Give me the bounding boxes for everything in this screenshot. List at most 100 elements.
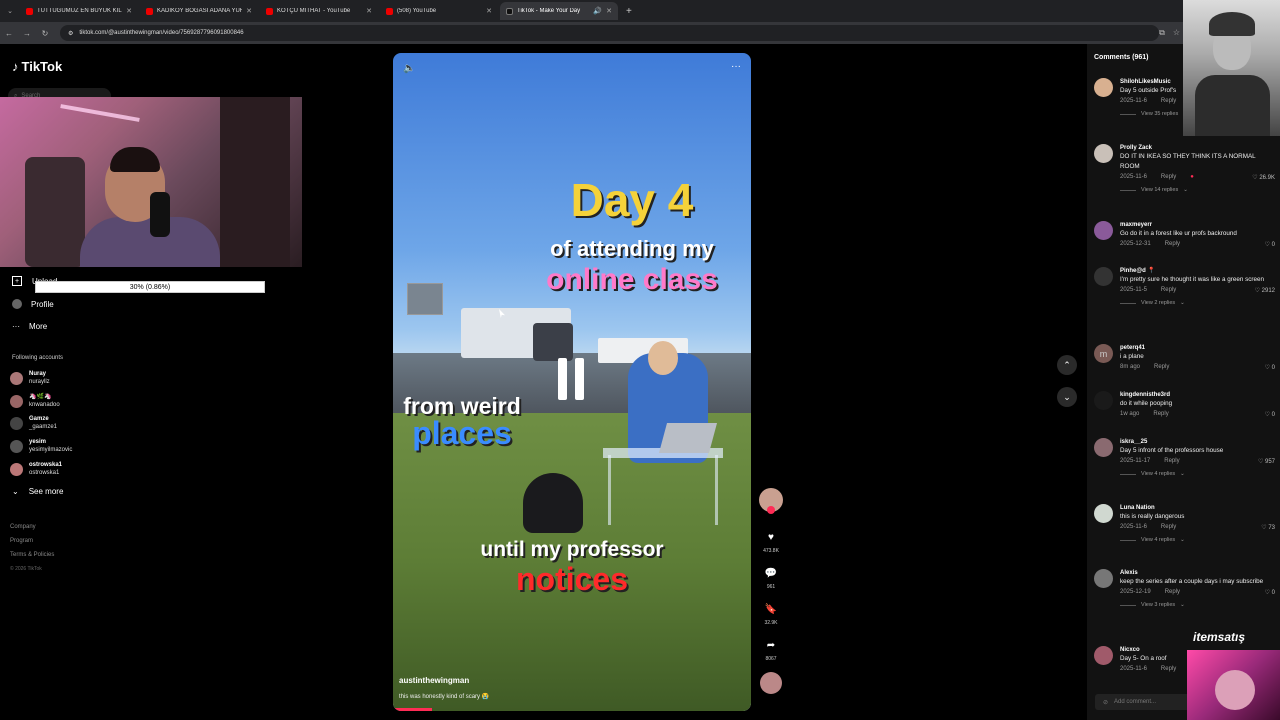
creator-avatar[interactable] — [759, 488, 783, 514]
video-author[interactable]: austinthewingman — [399, 676, 469, 685]
reply-button[interactable]: Reply — [1161, 524, 1176, 530]
comment-user[interactable]: peterq41 — [1120, 344, 1275, 352]
add-comment-input[interactable]: ⊘ Add comment... — [1095, 694, 1190, 710]
comment-like[interactable]: ♡ 957 — [1258, 458, 1275, 465]
comment-user[interactable]: Prolly Zack — [1120, 144, 1275, 152]
close-tab-icon[interactable]: ✕ — [366, 7, 372, 15]
logo-text: TikTok — [21, 59, 63, 74]
previous-video-chevron-up-icon[interactable]: ⌃ — [1057, 355, 1077, 375]
sidebar-item-more[interactable]: ··· More — [12, 322, 47, 331]
avatar[interactable]: m — [1094, 344, 1113, 363]
close-tab-icon[interactable]: ✕ — [246, 7, 252, 15]
view-replies-button[interactable]: View 14 replies ⌄ — [1120, 187, 1275, 193]
reply-button[interactable]: Reply — [1154, 364, 1169, 370]
youtube-icon — [266, 7, 273, 15]
view-replies-button[interactable]: View 2 replies ⌄ — [1120, 300, 1275, 306]
tab-list-chevron-icon[interactable]: ⌄ — [0, 7, 20, 15]
footer-link-terms[interactable]: Terms & Policies — [10, 548, 54, 562]
reply-button[interactable]: Reply — [1161, 174, 1176, 180]
forward-icon[interactable]: → — [18, 29, 36, 38]
reply-button[interactable]: Reply — [1161, 666, 1176, 672]
comment-like[interactable]: ♡ 0 — [1265, 364, 1275, 371]
following-account[interactable]: yesim yesimyilmazovic — [10, 438, 72, 454]
avatar[interactable] — [1094, 78, 1113, 97]
follow-plus-icon[interactable] — [767, 506, 775, 514]
lock-icon: ⊘ — [1103, 699, 1109, 706]
close-tab-icon[interactable]: ✕ — [606, 7, 612, 15]
comment-like[interactable]: ♡ 0 — [1265, 589, 1275, 596]
avatar — [10, 439, 23, 453]
comment-like[interactable]: ♡ 2912 — [1255, 287, 1275, 294]
speaker-icon[interactable]: 🔊 — [593, 7, 602, 15]
following-account[interactable]: Nuray nurayllz — [10, 370, 50, 386]
browser-tab[interactable]: TUTTUĞUMUZ EN BÜYÜK KILIÇ ✕ — [20, 2, 138, 20]
view-replies-button[interactable]: View 3 replies ⌄ — [1120, 602, 1275, 608]
bookmark-star-icon[interactable]: ☆ — [1173, 28, 1180, 38]
reply-button[interactable]: Reply — [1164, 458, 1179, 464]
comment-like[interactable]: ♡ 26.9K — [1252, 174, 1275, 181]
portrait-overlay — [1183, 0, 1280, 136]
see-more-button[interactable]: ⌄ See more — [12, 487, 63, 496]
back-icon[interactable]: ← — [0, 29, 18, 38]
close-tab-icon[interactable]: ✕ — [486, 7, 492, 15]
comment-user[interactable]: Alexis — [1120, 569, 1275, 577]
person-hair — [110, 147, 160, 172]
sidebar-item-profile[interactable]: Profile — [12, 299, 54, 309]
following-account[interactable]: 🦄🌿🦄 knwanadoo — [10, 393, 60, 409]
avatar[interactable] — [1094, 504, 1113, 523]
site-info-icon[interactable]: ⚙ — [68, 30, 73, 37]
pause-icon[interactable] — [551, 358, 591, 400]
browser-tab[interactable]: KOTÇU MİTHAT - YouTube ✕ — [260, 2, 378, 20]
following-account[interactable]: Gamze _gaamze1 — [10, 415, 57, 431]
browser-tab[interactable]: (508) YouTube ✕ — [380, 2, 498, 20]
footer-link-company[interactable]: Company — [10, 520, 54, 534]
new-tab-icon[interactable]: + — [626, 6, 632, 17]
comment-date: 2025-11-6 — [1120, 174, 1147, 180]
comment-user[interactable]: Pinhe@d 📍 — [1120, 267, 1275, 275]
url-field[interactable]: ⚙ tiktok.com/@austinthewingman/video/7569… — [60, 25, 1160, 41]
comment-icon[interactable]: 💬 — [760, 562, 782, 584]
reply-button[interactable]: Reply — [1161, 287, 1176, 293]
close-tab-icon[interactable]: ✕ — [126, 7, 132, 15]
comment-user[interactable]: Luna Nation — [1120, 504, 1275, 512]
next-video-chevron-down-icon[interactable]: ⌄ — [1057, 387, 1077, 407]
comment-like[interactable]: ♡ 0 — [1265, 241, 1275, 248]
account-name: yesim — [29, 439, 47, 445]
view-replies-button[interactable]: View 4 replies ⌄ — [1120, 471, 1275, 477]
video-player[interactable]: Day 4 of attending my online class from … — [393, 53, 751, 711]
avatar[interactable] — [1094, 569, 1113, 588]
browser-tab[interactable]: KADIKÖY BOĞASI ADANA YÜRÜ ✕ — [140, 2, 258, 20]
avatar[interactable] — [1094, 267, 1113, 286]
comment-user[interactable]: kingdennisthe3rd — [1120, 391, 1275, 399]
view-replies-button[interactable]: View 4 replies ⌄ — [1120, 537, 1275, 543]
comment-user[interactable]: iskra__25 — [1120, 438, 1275, 446]
avatar — [10, 394, 23, 408]
install-icon[interactable]: ⧉ — [1159, 28, 1165, 38]
reply-button[interactable]: Reply — [1165, 241, 1180, 247]
footer-link-program[interactable]: Program — [10, 534, 54, 548]
bookmark-icon[interactable]: 🔖 — [760, 598, 782, 620]
browser-tab-active[interactable]: TikTok - Make Your Day 🔊 ✕ — [500, 2, 618, 20]
comment-like[interactable]: ♡ 73 — [1261, 524, 1275, 531]
reply-button[interactable]: Reply — [1161, 98, 1176, 104]
more-options-icon[interactable]: ··· — [731, 61, 741, 72]
comment-like[interactable]: ♡ 0 — [1265, 411, 1275, 418]
reload-icon[interactable]: ↻ — [36, 29, 54, 38]
avatar[interactable] — [1094, 646, 1113, 665]
reply-button[interactable]: Reply — [1165, 589, 1180, 595]
volume-icon[interactable]: 🔈 — [403, 63, 415, 74]
like-heart-icon[interactable]: ♥ — [760, 526, 782, 548]
avatar[interactable] — [1094, 438, 1113, 457]
avatar[interactable] — [1094, 221, 1113, 240]
following-account[interactable]: ostrowska1 ostrowska1 — [10, 461, 62, 477]
reply-button[interactable]: Reply — [1153, 411, 1168, 417]
sound-disc-avatar[interactable] — [760, 672, 782, 694]
avatar[interactable] — [1094, 144, 1113, 163]
comment-user[interactable]: maxmeyerr — [1120, 221, 1275, 229]
comment-date: 2025-11-5 — [1120, 287, 1147, 293]
share-icon[interactable]: ➦ — [760, 634, 782, 656]
youtube-icon — [26, 7, 33, 15]
avatar[interactable] — [1094, 391, 1113, 410]
video-progress-bar[interactable] — [393, 708, 433, 711]
tiktok-logo[interactable]: ♪ TikTok — [12, 59, 62, 74]
